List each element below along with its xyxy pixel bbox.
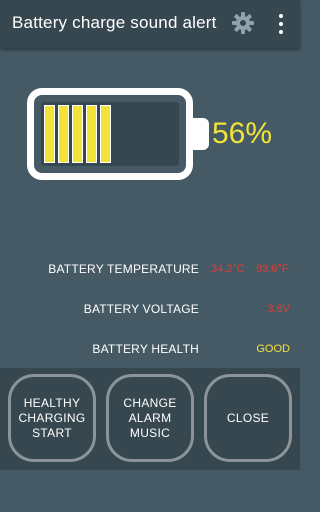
- footer-area: [0, 470, 300, 512]
- battery-icon: [27, 88, 193, 180]
- change-alarm-music-button[interactable]: CHANGE ALARM MUSIC: [106, 374, 194, 462]
- app-bar: Battery charge sound alert: [0, 0, 300, 48]
- battery-level-bars: [44, 105, 111, 163]
- voltage-value: 3.8V: [267, 303, 290, 315]
- close-button[interactable]: CLOSE: [204, 374, 292, 462]
- battery-body: [41, 102, 179, 166]
- app-title: Battery charge sound alert: [12, 13, 217, 32]
- health-value: GOOD: [256, 343, 290, 355]
- battery-segment: [58, 105, 69, 163]
- battery-terminal: [193, 118, 209, 150]
- temperature-label: BATTERY TEMPERATURE: [48, 262, 199, 276]
- battery-segment: [100, 105, 111, 163]
- healthy-charging-label: HEALTHY CHARGING START: [18, 395, 86, 440]
- temperature-fahrenheit: 93.6°F: [256, 263, 289, 275]
- battery-percent: 56%: [212, 117, 273, 150]
- battery-segment: [72, 105, 83, 163]
- battery-segment: [44, 105, 55, 163]
- close-label: CLOSE: [226, 410, 270, 425]
- voltage-label: BATTERY VOLTAGE: [83, 302, 199, 316]
- gear-icon[interactable]: [231, 11, 255, 35]
- more-vert-icon[interactable]: [270, 10, 292, 38]
- temperature-celsius: 34.2°C: [211, 263, 245, 275]
- battery-segment: [86, 105, 97, 163]
- change-alarm-label: CHANGE ALARM MUSIC: [123, 395, 177, 440]
- healthy-charging-start-button[interactable]: HEALTHY CHARGING START: [8, 374, 96, 462]
- health-label: BATTERY HEALTH: [92, 342, 199, 356]
